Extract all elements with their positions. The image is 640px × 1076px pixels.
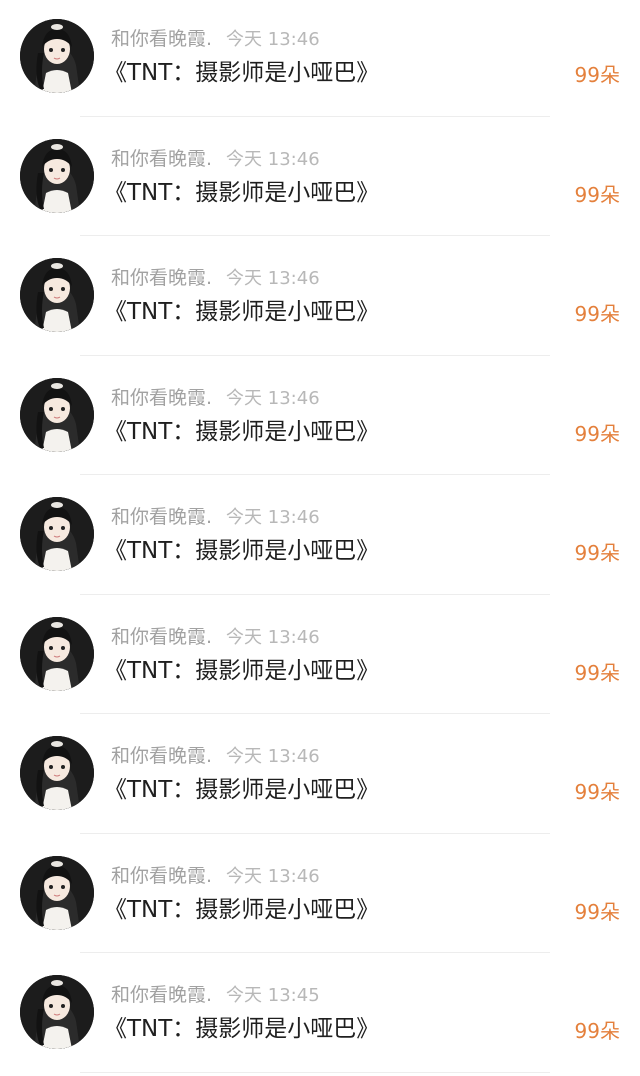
flower-count: 99朵 (574, 302, 620, 326)
user-name[interactable]: 和你看晚霞. (111, 148, 212, 170)
item-meta: 和你看晚霞. 今天 13:46 (111, 265, 320, 291)
book-title[interactable]: 《TNT：摄影师是小哑巴》 (104, 297, 379, 327)
flower-count: 99朵 (574, 541, 620, 565)
divider (80, 354, 550, 356)
list-item[interactable]: 和你看晚霞. 今天 13:46 《TNT：摄影师是小哑巴》 99朵 (0, 239, 640, 359)
timestamp: 今天 13:46 (226, 507, 320, 528)
user-avatar-icon[interactable] (20, 138, 94, 213)
flower-count: 99朵 (574, 1019, 620, 1043)
item-meta: 和你看晚霞. 今天 13:46 (111, 743, 320, 769)
user-avatar-icon[interactable] (20, 855, 94, 930)
flower-count: 99朵 (574, 660, 620, 685)
item-meta: 和你看晚霞. 今天 13:46 (111, 146, 320, 172)
divider (80, 235, 550, 236)
book-title[interactable]: 《TNT：摄影师是小哑巴》 (104, 58, 379, 88)
divider (80, 713, 550, 714)
book-title[interactable]: 《TNT：摄影师是小哑巴》 (104, 895, 379, 925)
item-meta: 和你看晚霞. 今天 13:46 (111, 624, 320, 650)
user-avatar-icon[interactable] (20, 258, 94, 332)
gift-record-list: 和你看晚霞. 今天 13:46 《TNT：摄影师是小哑巴》 99朵 和你看晚霞. 今… (0, 0, 640, 1076)
user-name[interactable]: 和你看晚霞. (111, 267, 212, 289)
user-name[interactable]: 和你看晚霞. (111, 387, 212, 409)
timestamp: 今天 13:46 (226, 865, 320, 887)
list-item[interactable]: 和你看晚霞. 今天 13:46 《TNT：摄影师是小哑巴》 99朵 (0, 0, 640, 120)
list-item[interactable]: 和你看晚霞. 今天 13:46 《TNT：摄影师是小哑巴》 99朵 (0, 359, 640, 479)
timestamp: 今天 13:46 (226, 29, 320, 50)
timestamp: 今天 13:46 (226, 626, 320, 648)
user-name[interactable]: 和你看晚霞. (111, 626, 212, 648)
user-avatar-icon[interactable] (20, 377, 94, 452)
flower-count: 99朵 (574, 182, 620, 207)
book-title[interactable]: 《TNT：摄影师是小哑巴》 (104, 536, 379, 566)
timestamp: 今天 13:46 (226, 268, 320, 289)
list-item[interactable]: 和你看晚霞. 今天 13:46 《TNT：摄影师是小哑巴》 99朵 (0, 837, 640, 957)
list-item[interactable]: 和你看晚霞. 今天 13:46 《TNT：摄影师是小哑巴》 99朵 (0, 717, 640, 837)
divider (80, 1071, 550, 1073)
flower-count: 99朵 (574, 63, 620, 87)
divider (80, 952, 550, 953)
book-title[interactable]: 《TNT：摄影师是小哑巴》 (104, 178, 379, 208)
timestamp: 今天 13:46 (226, 148, 320, 170)
divider (80, 474, 550, 475)
user-name[interactable]: 和你看晚霞. (111, 28, 212, 50)
user-avatar-icon[interactable] (20, 736, 94, 810)
timestamp: 今天 13:46 (226, 746, 320, 767)
book-title[interactable]: 《TNT：摄影师是小哑巴》 (104, 656, 379, 686)
user-avatar-icon[interactable] (20, 497, 94, 571)
timestamp: 今天 13:45 (226, 985, 320, 1006)
user-avatar-icon[interactable] (20, 616, 94, 691)
item-meta: 和你看晚霞. 今天 13:45 (111, 982, 320, 1008)
user-avatar-icon[interactable] (20, 19, 94, 93)
divider (80, 593, 550, 595)
item-meta: 和你看晚霞. 今天 13:46 (111, 863, 320, 889)
flower-count: 99朵 (574, 899, 620, 924)
flower-count: 99朵 (574, 421, 620, 446)
book-title[interactable]: 《TNT：摄影师是小哑巴》 (104, 775, 379, 805)
user-name[interactable]: 和你看晚霞. (111, 745, 212, 767)
divider (80, 115, 550, 117)
item-meta: 和你看晚霞. 今天 13:46 (111, 26, 320, 52)
item-meta: 和你看晚霞. 今天 13:46 (111, 504, 320, 530)
item-meta: 和你看晚霞. 今天 13:46 (111, 385, 320, 411)
book-title[interactable]: 《TNT：摄影师是小哑巴》 (104, 417, 379, 447)
list-item[interactable]: 和你看晚霞. 今天 13:46 《TNT：摄影师是小哑巴》 99朵 (0, 598, 640, 718)
list-item[interactable]: 和你看晚霞. 今天 13:46 《TNT：摄影师是小哑巴》 99朵 (0, 120, 640, 240)
flower-count: 99朵 (574, 780, 620, 804)
user-avatar-icon[interactable] (20, 975, 94, 1049)
user-name[interactable]: 和你看晚霞. (111, 865, 212, 887)
divider (80, 832, 550, 834)
timestamp: 今天 13:46 (226, 387, 320, 409)
user-name[interactable]: 和你看晚霞. (111, 984, 212, 1006)
list-item[interactable]: 和你看晚霞. 今天 13:45 《TNT：摄影师是小哑巴》 99朵 (0, 956, 640, 1076)
user-name[interactable]: 和你看晚霞. (111, 506, 212, 528)
list-item[interactable]: 和你看晚霞. 今天 13:46 《TNT：摄影师是小哑巴》 99朵 (0, 478, 640, 598)
book-title[interactable]: 《TNT：摄影师是小哑巴》 (104, 1014, 379, 1044)
